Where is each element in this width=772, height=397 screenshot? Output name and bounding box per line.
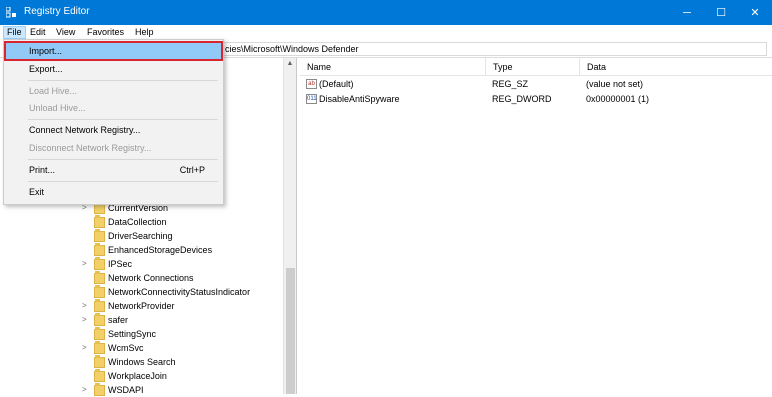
key-tree-list: > CurrentVersion DataCollection DriverSe… — [0, 201, 283, 397]
scroll-thumb[interactable] — [286, 268, 295, 394]
tree-item-driversearching[interactable]: DriverSearching — [0, 229, 283, 243]
annotation-highlight-box — [4, 41, 223, 61]
menu-item-label: Unload Hive... — [29, 103, 86, 113]
tree-item-network-connections[interactable]: Network Connections — [0, 271, 283, 285]
tree-item-networkconnectivitystatusindicator[interactable]: NetworkConnectivityStatusIndicator — [0, 285, 283, 299]
menu-separator — [28, 119, 218, 120]
menu-item-label: Exit — [29, 187, 45, 197]
menu-item-export[interactable]: Export... — [6, 61, 221, 77]
chevron-right-icon[interactable]: > — [82, 343, 90, 353]
string-value-icon: ab — [306, 79, 317, 89]
tree-item-label: WorkplaceJoin — [108, 371, 167, 381]
folder-icon — [94, 271, 105, 284]
tree-item-label: safer — [108, 315, 129, 325]
folder-icon — [94, 229, 105, 242]
column-header-name[interactable]: Name — [300, 58, 486, 76]
tree-item-label: WSDAPI — [108, 385, 144, 395]
folder-icon — [94, 341, 105, 354]
maximize-button[interactable]: ☐ — [704, 0, 738, 25]
tree-item-label: SettingSync — [108, 329, 157, 339]
tree-vertical-scrollbar[interactable]: ▲ — [283, 58, 296, 394]
address-path: cies\Microsoft\Windows Defender — [225, 44, 359, 54]
tree-item-windows-search[interactable]: Windows Search — [0, 355, 283, 369]
menu-item-label: Load Hive... — [29, 86, 78, 96]
menu-item-exit[interactable]: Exit — [6, 184, 221, 200]
folder-icon — [94, 299, 105, 312]
title-bar: Registry Editor ─ ☐ ✕ — [0, 0, 772, 25]
folder-icon — [94, 257, 105, 270]
chevron-right-icon[interactable]: > — [82, 259, 90, 269]
menu-item-disconnect-network-registry: Disconnect Network Registry... — [6, 140, 221, 156]
registry-editor-icon — [6, 7, 16, 18]
menu-item-connect-network-registry[interactable]: Connect Network Registry... — [6, 122, 221, 138]
menu-item-shortcut: Ctrl+P — [179, 165, 205, 175]
tree-item-label: DriverSearching — [108, 231, 173, 241]
file-menu-dropdown: Import... Export... Load Hive... Unload … — [3, 39, 224, 205]
value-row-disableantispyware[interactable]: 011 DisableAntiSpyware REG_DWORD 0x00000… — [300, 92, 772, 107]
value-data: 0x00000001 (1) — [586, 94, 650, 104]
menu-separator — [28, 159, 218, 160]
folder-icon — [94, 243, 105, 256]
menu-help[interactable]: Help — [132, 26, 157, 39]
menu-item-print[interactable]: Print... Ctrl+P — [6, 162, 221, 178]
minimize-button[interactable]: ─ — [670, 0, 704, 25]
value-name: DisableAntiSpyware — [319, 94, 400, 104]
tree-item-networkprovider[interactable]: > NetworkProvider — [0, 299, 283, 313]
tree-item-settingsync[interactable]: SettingSync — [0, 327, 283, 341]
tree-item-workplacejoin[interactable]: WorkplaceJoin — [0, 369, 283, 383]
folder-icon — [94, 327, 105, 340]
menu-favorites[interactable]: Favorites — [84, 26, 127, 39]
value-type: REG_SZ — [492, 79, 529, 89]
tree-item-label: Network Connections — [108, 273, 194, 283]
column-header-data[interactable]: Data — [580, 58, 772, 76]
tree-item-label: NetworkConnectivityStatusIndicator — [108, 287, 251, 297]
values-pane[interactable]: Name Type Data ab (Default) REG_SZ (valu… — [300, 58, 772, 394]
binary-value-icon: 011 — [306, 94, 317, 104]
tree-item-label: EnhancedStorageDevices — [108, 245, 213, 255]
tree-item-label: Windows Search — [108, 357, 176, 367]
value-data: (value not set) — [586, 79, 644, 89]
column-header-type[interactable]: Type — [486, 58, 580, 76]
tree-item-datacollection[interactable]: DataCollection — [0, 215, 283, 229]
tree-item-wsdapi[interactable]: > WSDAPI — [0, 383, 283, 397]
menu-item-label: Connect Network Registry... — [29, 125, 141, 135]
menu-bar: File Edit View Favorites Help — [0, 25, 772, 40]
tree-item-label: IPSec — [108, 259, 133, 269]
tree-item-enhancedstoragedevices[interactable]: EnhancedStorageDevices — [0, 243, 283, 257]
menu-item-label: Print... — [29, 165, 56, 175]
chevron-right-icon[interactable]: > — [82, 301, 90, 311]
menu-file[interactable]: File — [3, 26, 26, 39]
value-name: (Default) — [319, 79, 354, 89]
tree-item-ipsec[interactable]: > IPSec — [0, 257, 283, 271]
menu-item-label: Export... — [29, 64, 63, 74]
folder-icon — [94, 215, 105, 228]
chevron-right-icon[interactable]: > — [82, 315, 90, 325]
tree-item-label: WcmSvc — [108, 343, 144, 353]
value-type: REG_DWORD — [492, 94, 552, 104]
menu-edit[interactable]: Edit — [27, 26, 49, 39]
folder-icon — [94, 313, 105, 326]
folder-icon — [94, 369, 105, 382]
menu-item-label: Disconnect Network Registry... — [29, 143, 152, 153]
folder-icon — [94, 355, 105, 368]
menu-item-unload-hive: Unload Hive... — [6, 100, 221, 116]
window-title: Registry Editor — [24, 6, 90, 17]
menu-item-load-hive: Load Hive... — [6, 83, 221, 99]
tree-item-wcmsvc[interactable]: > WcmSvc — [0, 341, 283, 355]
folder-icon — [94, 383, 105, 396]
folder-icon — [94, 285, 105, 298]
value-row-default[interactable]: ab (Default) REG_SZ (value not set) — [300, 77, 772, 92]
menu-separator — [28, 181, 218, 182]
menu-view[interactable]: View — [53, 26, 78, 39]
tree-item-label: NetworkProvider — [108, 301, 175, 311]
tree-item-label: DataCollection — [108, 217, 167, 227]
tree-item-safer[interactable]: > safer — [0, 313, 283, 327]
scroll-up-arrow-icon[interactable]: ▲ — [284, 58, 296, 70]
menu-separator — [28, 80, 218, 81]
close-button[interactable]: ✕ — [738, 0, 772, 25]
